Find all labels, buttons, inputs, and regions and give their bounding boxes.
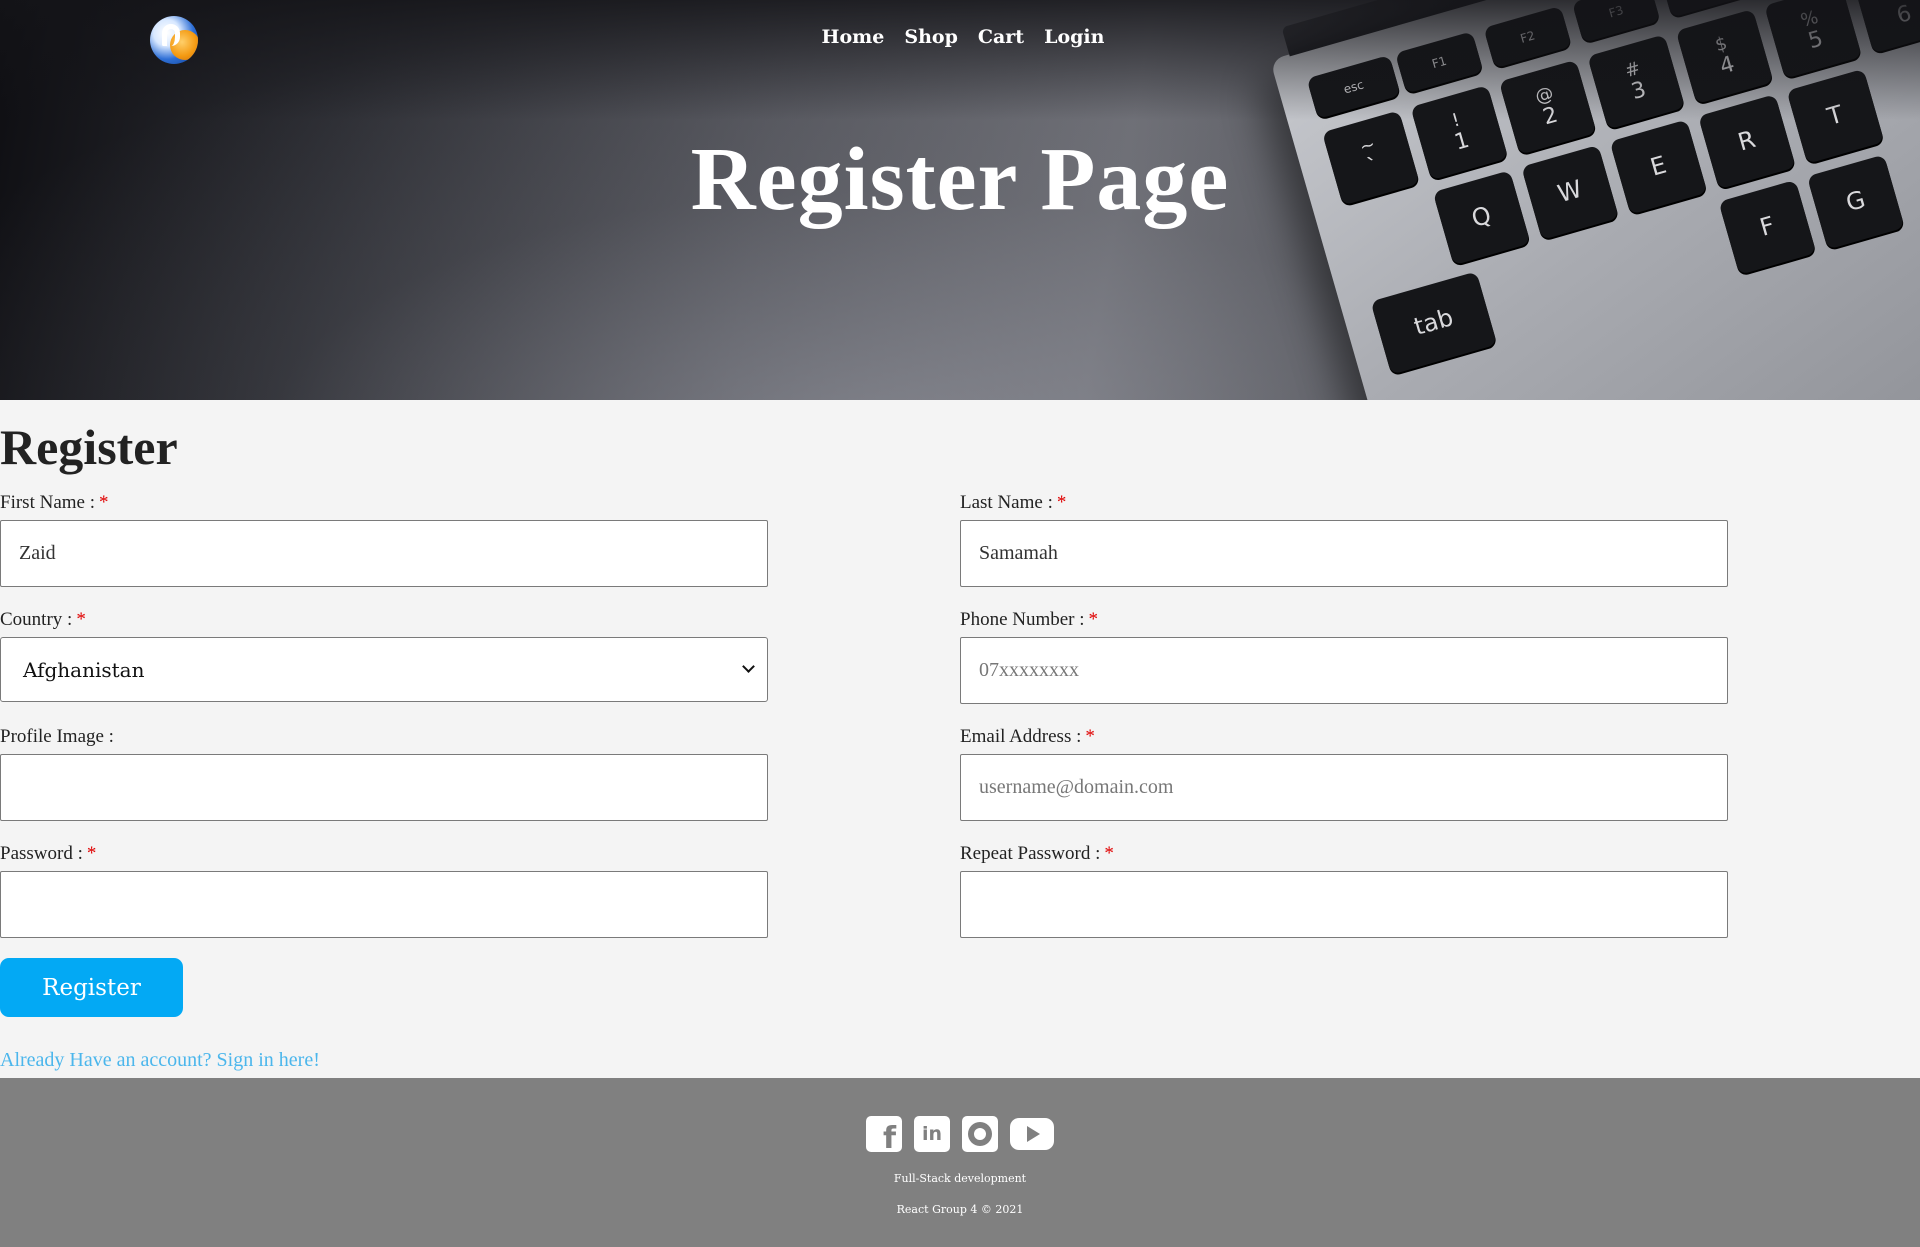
password-label-text: Password : [0,843,83,864]
hero-banner: escF1F2F3F4F5~`!1@2#3$4%5^6QWERTtabFG Ho… [0,0,1920,400]
page-title: Register Page [690,130,1230,229]
nav-home[interactable]: Home [822,26,885,48]
profile-image-label: Profile Image : [0,726,114,748]
nav-login[interactable]: Login [1044,26,1104,48]
required-marker: * [1088,609,1099,630]
required-marker: * [99,492,109,513]
nav-shop[interactable]: Shop [904,26,958,48]
site-footer: f in Full-Stack development React Group … [0,1078,1920,1247]
last-name-input[interactable] [960,520,1728,587]
email-label: Email Address : * [960,726,1095,748]
required-marker: * [1104,843,1114,864]
chevron-down-icon [742,660,755,673]
first-name-label: First Name : * [0,492,109,514]
required-marker: * [1056,492,1067,513]
youtube-icon[interactable] [1010,1118,1054,1150]
register-button[interactable]: Register [0,958,183,1017]
phone-label: Phone Number : * [960,609,1098,631]
repeat-password-label-text: Repeat Password : [960,843,1101,864]
facebook-icon[interactable]: f [866,1116,902,1156]
repeat-password-input[interactable] [960,871,1728,938]
github-icon[interactable] [962,1116,998,1152]
phone-input[interactable] [960,637,1728,704]
phone-label-text: Phone Number : [960,609,1085,630]
password-input[interactable] [0,871,768,938]
country-label-text: Country : [0,609,73,630]
required-marker: * [86,843,97,864]
country-select[interactable]: Afghanistan [0,637,768,702]
form-title: Register [0,419,178,475]
email-input[interactable] [960,754,1728,821]
email-label-text: Email Address : [960,726,1082,747]
laptop-key-letter: tab [1370,271,1498,375]
profile-image-input[interactable] [0,754,768,821]
first-name-input[interactable] [0,520,768,587]
password-label: Password : * [0,843,96,865]
footer-copyright: React Group 4 © 2021 [896,1203,1024,1216]
country-label: Country : * [0,609,86,631]
main-nav: Home Shop Cart Login [0,26,1920,48]
last-name-label-text: Last Name : [960,492,1053,513]
footer-tagline: Full-Stack development [893,1172,1027,1185]
sign-in-link[interactable]: Already Have an account? Sign in here! [0,1049,320,1072]
nav-cart[interactable]: Cart [978,26,1024,48]
country-selected-value: Afghanistan [23,657,145,682]
repeat-password-label: Repeat Password : * [960,843,1114,865]
first-name-label-text: First Name : [0,492,95,513]
linkedin-icon[interactable]: in [914,1116,950,1152]
last-name-label: Last Name : * [960,492,1066,514]
profile-image-label-text: Profile Image : [0,726,114,747]
required-marker: * [76,609,86,630]
social-links: f in [0,1116,1920,1156]
hero-top-shade [0,0,1920,120]
required-marker: * [1085,726,1095,747]
